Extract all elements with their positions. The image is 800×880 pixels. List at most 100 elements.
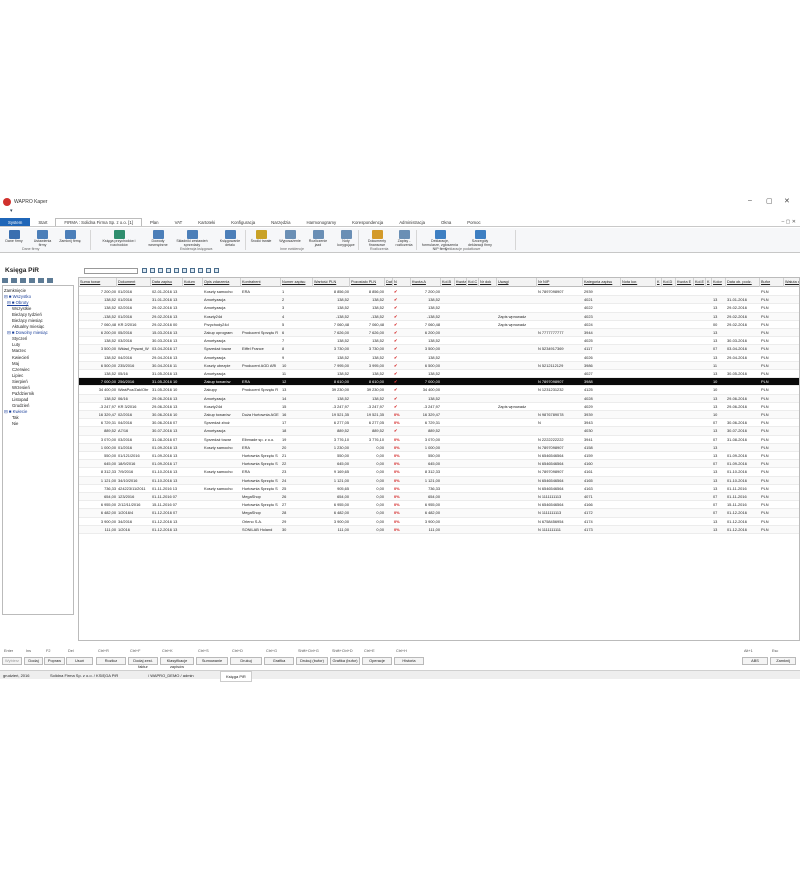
column-header[interactable]: Nr dok <box>479 278 497 287</box>
column-header[interactable]: Kol.E <box>694 278 706 287</box>
tab-7[interactable]: Narzędzia <box>263 218 298 226</box>
table-row[interactable]: 6 500,00 235/2016 30-04-2016 11 Koszty ubez… <box>79 361 799 370</box>
column-header[interactable]: Kategoria zapisu <box>583 278 621 287</box>
grid-icon[interactable] <box>166 268 171 273</box>
table-row[interactable]: 645,00 18/9/2016 01-09-2016 17 Hurtownia Sp… <box>79 460 799 469</box>
tab-6[interactable]: Konfiguracja <box>223 218 263 226</box>
table-row[interactable]: 8 312,33 7/9/2016 01-10-2016 13 Koszty samo… <box>79 468 799 477</box>
table-row[interactable]: 138,52 03/2016 30-03-2016 13 Amortyzacja 7 13… <box>79 337 799 346</box>
table-row[interactable]: 6 482,00 1/2016/4 01-12-2016 07 MegaShop 28 6… <box>79 509 799 518</box>
column-header[interactable]: Kolor <box>712 278 726 287</box>
column-header[interactable]: Waluta dokum <box>784 278 799 287</box>
table-row[interactable]: 7 000,00 256/2016 31-05-2016 10 Zakup towar… <box>79 378 799 387</box>
table-row[interactable]: 34 400,00 WłaśPoz/Zak/Obr 31-05-2016 10 Zak… <box>79 386 799 395</box>
tree-remove-filter-icon[interactable] <box>20 278 26 283</box>
table-row[interactable]: 138,52 01/2016 31-01-2016 13 Amortyzacja 2 13… <box>79 296 799 305</box>
action-button[interactable]: Grafika <box>264 657 294 665</box>
table-row[interactable]: 654,00 123/2016 01-11-2016 07 MegaShop 26 654… <box>79 493 799 502</box>
action-button[interactable]: Rozlicz <box>96 657 126 665</box>
tab-ksiega[interactable]: Księga PiR <box>220 671 252 682</box>
tree-node[interactable]: Nie <box>3 421 73 427</box>
action-button[interactable]: Wybierz <box>2 657 22 665</box>
table-row[interactable]: 6 955,00 2/12/11/2016 15-11-2016 07 Hurtown… <box>79 501 799 510</box>
column-header[interactable]: Kol.C <box>467 278 479 287</box>
table-row[interactable]: 16 329,47 02/2016 30-06-2016 10 Zakup towar… <box>79 411 799 420</box>
minimize-icon[interactable]: – <box>748 197 752 204</box>
table-row[interactable]: 550,00 01/121/2016 01-09-2016 13 Hurtownia … <box>79 452 799 461</box>
tree-filter-icon[interactable] <box>2 278 8 283</box>
ribbon-button-6[interactable]: Księgowanie detalu <box>215 230 245 248</box>
action-button[interactable]: Usuń <box>66 657 93 665</box>
action-button[interactable]: Dodaj zest. faktur <box>128 657 158 669</box>
action-button[interactable]: Zamknij <box>770 657 796 665</box>
action-button[interactable]: Historia <box>394 657 424 665</box>
tree-edit-filter-icon[interactable] <box>29 278 35 283</box>
ribbon-button-9[interactable]: Rozliczenie jazd <box>306 230 330 248</box>
maximize-icon[interactable]: ▢ <box>766 197 773 205</box>
ribbon-button-12[interactable]: Zapisy - rozliczenia <box>392 230 416 248</box>
action-button[interactable]: Popraw <box>44 657 65 665</box>
tab-9[interactable]: Korespondencja <box>344 218 391 226</box>
search-input[interactable] <box>84 268 138 274</box>
ribbon-button-8[interactable]: Wyposażenie <box>278 230 302 244</box>
table-row[interactable]: 138,52 06/16 29-06-2016 13 Amortyzacja 14 138… <box>79 394 799 403</box>
list-icon[interactable] <box>158 268 163 273</box>
table-row[interactable]: 6 200,00 05/2016 15-03-2016 13 Zakup oprogr… <box>79 329 799 338</box>
column-header[interactable]: Kolum <box>183 278 203 287</box>
column-header[interactable]: Suma towar <box>79 278 117 287</box>
tab-4[interactable]: VAT <box>167 218 191 226</box>
ribbon-button-11[interactable]: Dokumenty finansowe <box>364 230 390 248</box>
tab-11[interactable]: Okna <box>433 218 459 226</box>
settings-icon[interactable] <box>206 268 211 273</box>
sort-icon[interactable] <box>214 268 219 273</box>
column-header[interactable]: Bufor <box>760 278 784 287</box>
column-header[interactable]: Dokument <box>117 278 151 287</box>
ribbon-button-10[interactable]: Noty korygujące <box>334 230 358 248</box>
column-header[interactable]: Kontrahent <box>241 278 281 287</box>
column-header[interactable]: N <box>393 278 411 287</box>
table-row[interactable]: 1 000,00 01/2016 01-09-2016 13 Koszty samoc… <box>79 443 799 452</box>
funnel-icon[interactable] <box>150 268 155 273</box>
tab-8[interactable]: Harmonogramy <box>299 218 345 226</box>
ribbon-window-controls-icon[interactable]: – ▢ ✕ <box>782 219 796 225</box>
filter-icon[interactable] <box>142 268 147 273</box>
ribbon-button-2[interactable]: Zamknij firmę <box>55 230 85 244</box>
action-button[interactable]: ABS <box>742 657 768 665</box>
table-row[interactable]: 7 060,48 KR 2/2016 29-02-2016 00 Przychody2… <box>79 321 799 329</box>
column-header[interactable]: Pozostało PLN <box>350 278 385 287</box>
column-header[interactable]: Kwota <box>455 278 467 287</box>
action-button[interactable]: Drukuj <box>230 657 262 665</box>
columns-icon[interactable] <box>198 268 203 273</box>
table-row[interactable]: 111,00 1/2016 01-12-2016 13 SONILAB Holand 3… <box>79 525 799 534</box>
table-row[interactable]: 138,52 05/16 31-05-2016 13 Amortyzacja 11 138… <box>79 370 799 379</box>
column-header[interactable]: Nota kor. <box>621 278 656 287</box>
tab-2[interactable]: FIRMA : Solidna Firma Sp. z o.o. [1] <box>55 218 142 226</box>
tab-0[interactable]: System <box>0 218 31 226</box>
print-icon[interactable] <box>182 268 187 273</box>
action-button[interactable]: Drukuj (bufor) <box>296 657 328 665</box>
action-button[interactable]: Klasyfikacje zapisów <box>160 657 194 669</box>
quick-access-arrow-icon[interactable]: ▾ <box>10 208 13 214</box>
ribbon-button-1[interactable]: Ustawienia firmy <box>30 230 55 248</box>
export-icon[interactable] <box>174 268 179 273</box>
table-row[interactable]: -138,52 01/2016 29-02-2016 13 Koszty24d 4 -13… <box>79 312 799 321</box>
table-row[interactable]: 3 070,00 03/2016 31-08-2016 07 Sprzedaż tow… <box>79 436 799 444</box>
ribbon-button-4[interactable]: Dowody wewnętrzne <box>145 230 171 248</box>
column-header[interactable]: Kwota A <box>411 278 441 287</box>
column-header[interactable]: Nr NIP <box>537 278 583 287</box>
tab-3[interactable]: Plan <box>142 218 167 226</box>
table-row[interactable]: 736,33 424223/11/2011 01-11-2016 13 Koszty … <box>79 485 799 493</box>
table-row[interactable]: 138,52 02/2016 29-02-2016 13 Amortyzacja 3 13… <box>79 304 799 313</box>
ribbon-button-0[interactable]: Dane firmy <box>3 230 25 244</box>
action-button[interactable]: Operacje <box>362 657 392 665</box>
tab-12[interactable]: Pomoc <box>459 218 488 226</box>
tab-5[interactable]: Kartoteki <box>190 218 223 226</box>
column-header[interactable]: Kwota E <box>676 278 694 287</box>
column-header[interactable]: Dat <box>385 278 393 287</box>
ribbon-button-7[interactable]: Środki trwałe <box>248 230 274 244</box>
action-button[interactable]: Grafika (bufor) <box>330 657 360 665</box>
table-row[interactable]: 3 500,00 Wkład_Prywat_W 03-04-2016 17 Sprze… <box>79 345 799 354</box>
action-button[interactable]: Dodaj <box>24 657 43 665</box>
close-icon[interactable]: ✕ <box>784 197 790 205</box>
table-row[interactable]: 138,52 04/2016 29-04-2016 13 Amortyzacja 9 13… <box>79 354 799 362</box>
